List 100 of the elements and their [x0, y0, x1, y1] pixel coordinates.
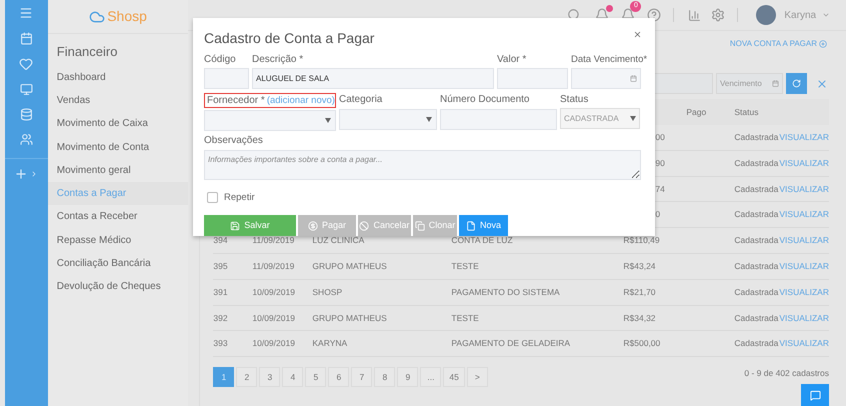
page-button[interactable]: 6 [328, 367, 350, 388]
chat-button[interactable] [801, 384, 829, 406]
sidebar-item[interactable]: Contas a Pagar [48, 182, 188, 206]
sidebar-item[interactable]: Vendas [48, 88, 188, 112]
field-label: Descrição * [252, 55, 304, 65]
cloud-logo-icon [89, 8, 106, 24]
field-label: Número Documento [440, 93, 530, 107]
input-field[interactable] [204, 68, 249, 89]
database-icon[interactable] [20, 108, 33, 121]
table-cell-text: 11/09/2019 [252, 234, 296, 248]
page-button[interactable]: 3 [259, 367, 280, 388]
pay-button[interactable]: Pagar [298, 215, 356, 236]
page-button[interactable]: 45 [443, 367, 465, 388]
heart-icon[interactable] [19, 57, 34, 71]
sidebar-item[interactable]: Dashboard [48, 66, 188, 89]
sidebar-item[interactable]: Movimento de Caixa [48, 112, 188, 136]
new-bill-link[interactable]: NOVA CONTA A PAGAR [730, 38, 827, 50]
page-button[interactable]: 9 [397, 367, 418, 388]
table-cell-text: R$34,32 [623, 312, 657, 324]
floppy-icon [230, 220, 240, 230]
field-label: Valor * [497, 55, 528, 65]
save-button[interactable]: Salvar [204, 215, 296, 236]
cancel-button[interactable]: Cancelar [358, 215, 411, 236]
plus-icon[interactable] [14, 167, 28, 181]
user-name[interactable]: Karyna [784, 8, 816, 23]
view-link[interactable]: VISUALIZAR [779, 286, 829, 299]
table-cell: Cadastrada [734, 156, 780, 170]
field-label: Código [204, 55, 237, 65]
view-link[interactable]: VISUALIZAR [779, 260, 829, 273]
close-icon[interactable] [633, 30, 642, 39]
page-button[interactable]: 8 [374, 367, 396, 388]
table-cell: Cadastrada [734, 286, 780, 299]
date-filter-field[interactable]: Vencimento [716, 73, 783, 94]
field-label: Data Vencimento* [571, 54, 648, 66]
table-cell: Cadastrada [734, 337, 780, 350]
table-cell-text: PAGAMENTO DE GELADEIRA [451, 337, 572, 350]
select-field[interactable]: CADASTRADA [560, 108, 640, 129]
view-link[interactable]: VISUALIZAR [779, 337, 829, 350]
input-field[interactable]: ALUGUEL DE SALA [252, 68, 494, 89]
table-cell-text: TESTE [451, 260, 480, 273]
page-button[interactable]: 4 [282, 367, 304, 388]
add-new-link[interactable]: (adicionar novo) [266, 96, 335, 106]
input-field[interactable] [440, 109, 557, 130]
view-link[interactable]: VISUALIZAR [779, 208, 829, 222]
input-field[interactable] [497, 68, 568, 89]
select-field[interactable] [339, 109, 437, 130]
sidebar-item[interactable]: Conciliação Bancária [48, 252, 188, 276]
view-link[interactable]: VISUALIZAR [779, 312, 829, 324]
table-cell-text: R$500,00 [623, 337, 662, 350]
table-cell-text: SHOSP [312, 286, 344, 299]
sidebar-heading: Financeiro [56, 43, 118, 61]
sidebar-item[interactable]: Movimento de Conta [48, 135, 188, 159]
plus-circle-icon [819, 40, 827, 48]
table-cell: Cadastrada [734, 182, 780, 196]
date-field[interactable] [571, 68, 641, 89]
view-link[interactable]: VISUALIZAR [779, 234, 829, 248]
calendar-icon [772, 80, 779, 88]
page-button[interactable]: 7 [351, 367, 372, 388]
select-field[interactable] [204, 110, 336, 131]
field-label: Status [560, 93, 590, 107]
table-cell-text: 394 [213, 234, 229, 248]
caret-icon [630, 116, 636, 121]
clone-button[interactable]: Clonar [413, 215, 457, 236]
menu-icon[interactable] [19, 6, 34, 20]
checkbox[interactable] [207, 192, 218, 204]
column-header: Pago [686, 106, 708, 118]
page-button[interactable]: 5 [305, 367, 326, 388]
sidebar-item[interactable]: Movimento geral [48, 158, 188, 182]
refresh-button[interactable] [786, 73, 807, 94]
page-button[interactable]: ... [420, 367, 442, 388]
table-cell-text: PAGAMENTO DO SISTEMA [451, 286, 561, 299]
table-cell-text: 395 [213, 260, 229, 273]
calendar-icon[interactable] [20, 32, 33, 45]
new-button[interactable]: Nova [459, 215, 508, 236]
table-cell-text: LUZ CLINICA [312, 234, 366, 248]
page-button[interactable]: 2 [236, 367, 258, 388]
sidebar-item[interactable]: Repasse Médico [48, 228, 188, 252]
chart-icon[interactable] [688, 8, 702, 22]
view-link[interactable]: VISUALIZAR [779, 131, 829, 144]
field-label: Fornecedor * [207, 96, 265, 106]
table-cell-text: 00 [654, 131, 666, 144]
view-link[interactable]: VISUALIZAR [779, 182, 829, 196]
table-cell-text: 10/09/2019 [252, 312, 296, 324]
field-label: Observações [204, 136, 264, 146]
avatar[interactable] [756, 5, 776, 26]
settings-icon[interactable] [711, 8, 726, 22]
view-link[interactable]: VISUALIZAR [779, 156, 829, 170]
notes-field[interactable]: Informações importantes sobre a conta a pagar... [204, 150, 641, 180]
page-button[interactable]: 1 [213, 367, 234, 388]
page-button[interactable]: > [466, 367, 488, 388]
table-cell-text: TESTE [451, 312, 480, 324]
sidebar-item[interactable]: Devolução de Cheques [48, 275, 188, 298]
calendar-icon [630, 75, 637, 82]
column-header: Status [734, 106, 760, 118]
help-icon[interactable] [647, 8, 662, 22]
monitor-icon[interactable] [20, 83, 33, 96]
caret-icon [325, 118, 331, 123]
table-cell-text: R$21,70 [623, 286, 657, 299]
sidebar-item[interactable]: Contas a Receber [48, 205, 188, 229]
people-icon[interactable] [20, 133, 33, 146]
